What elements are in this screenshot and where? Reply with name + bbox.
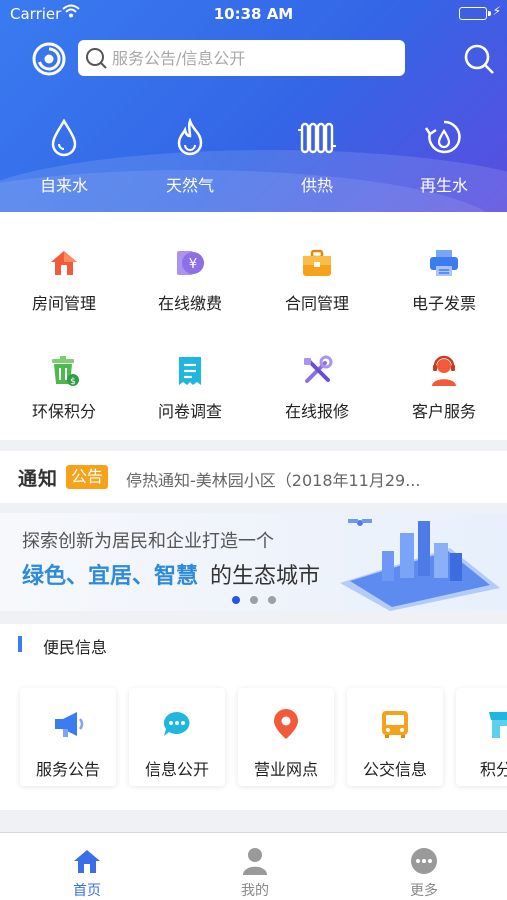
service-label: 房间管理 xyxy=(31,294,96,313)
service-customer-service[interactable]: 客户服务 xyxy=(384,354,504,422)
search-button[interactable] xyxy=(462,42,496,76)
briefcase-icon xyxy=(257,246,377,280)
banner-line1: 探索创新为居民和企业打造一个 xyxy=(22,531,274,552)
utility-row: 自来水 天然气 供热 再生水 xyxy=(0,118,507,198)
service-label: 在线缴费 xyxy=(157,294,222,313)
carousel-dot[interactable] xyxy=(231,596,240,604)
card-bus-info[interactable]: 公交信息 xyxy=(347,688,443,786)
receipt-icon xyxy=(130,354,250,388)
card-label: 营业网点 xyxy=(253,760,318,779)
service-room-management[interactable]: 房间管理 xyxy=(4,246,124,314)
status-time: 10:38 AM xyxy=(213,5,294,23)
service-label: 客户服务 xyxy=(411,402,476,421)
utility-water[interactable]: 自来水 xyxy=(14,118,114,196)
service-e-invoice[interactable]: 电子发票 xyxy=(384,246,504,314)
carousel-dots[interactable] xyxy=(0,589,507,608)
svg-text:¥: ¥ xyxy=(189,257,197,272)
tab-more[interactable]: 更多 xyxy=(384,847,464,900)
card-service-announcement[interactable]: 服务公告 xyxy=(20,688,116,786)
tools-icon xyxy=(257,354,377,388)
tab-mine[interactable]: 我的 xyxy=(215,847,295,900)
card-points-exchange[interactable]: 积分兑 xyxy=(456,688,507,786)
search-icon xyxy=(464,44,494,74)
card-label: 信息公开 xyxy=(144,760,209,779)
section-title: 便民信息 xyxy=(43,638,108,657)
swirl-logo-icon[interactable] xyxy=(32,42,66,76)
battery-icon xyxy=(459,7,491,20)
agent-icon xyxy=(384,354,504,388)
card-label: 公交信息 xyxy=(362,760,427,779)
service-label: 合同管理 xyxy=(284,294,349,313)
water-drop-icon xyxy=(14,118,114,158)
utility-recycled-water[interactable]: 再生水 xyxy=(394,118,494,196)
service-contract-management[interactable]: 合同管理 xyxy=(257,246,377,314)
svg-text:$: $ xyxy=(70,377,76,387)
carousel-dot[interactable] xyxy=(249,596,258,604)
notice-text[interactable]: 停热通知-美林园小区（2018年11月29... xyxy=(126,467,420,491)
utility-label: 天然气 xyxy=(165,176,214,195)
section-accent-bar xyxy=(18,636,22,652)
info-card-row[interactable]: 服务公告 信息公开 营业网点 公交信息 积分兑 xyxy=(0,664,507,810)
banner-highlight: 绿色、宜居、智慧 xyxy=(22,564,199,589)
card-label: 积分兑 xyxy=(479,760,507,779)
payment-icon: ¥ xyxy=(130,246,250,280)
utility-heating[interactable]: 供热 xyxy=(267,118,367,196)
bottom-tab-bar: 首页 我的 更多 xyxy=(0,832,507,900)
status-bar: Carrier 10:38 AM ⚡ xyxy=(0,0,507,28)
megaphone-icon xyxy=(20,704,116,744)
service-label: 问卷调查 xyxy=(157,402,222,421)
tab-label: 更多 xyxy=(410,883,438,899)
utility-label: 供热 xyxy=(300,176,333,195)
promo-banner[interactable]: 探索创新为居民和企业打造一个 绿色、宜居、智慧 的生态城市 xyxy=(0,513,507,611)
recycle-bin-icon: $ xyxy=(4,354,124,388)
utility-label: 自来水 xyxy=(39,176,88,195)
card-label: 服务公告 xyxy=(35,760,100,779)
search-bar[interactable] xyxy=(78,40,405,76)
banner-tail: 的生态城市 xyxy=(210,564,321,589)
chat-bubble-icon xyxy=(129,704,225,744)
tab-label: 首页 xyxy=(73,883,101,899)
shop-icon xyxy=(456,704,507,744)
notice-brand: 通知 xyxy=(18,468,59,490)
user-icon xyxy=(215,847,295,875)
home-icon xyxy=(47,847,127,875)
charging-icon: ⚡ xyxy=(492,4,501,18)
service-online-payment[interactable]: ¥ 在线缴费 xyxy=(130,246,250,314)
service-label: 在线报修 xyxy=(284,402,349,421)
notice-bar[interactable]: 通知 公告 停热通知-美林园小区（2018年11月29... xyxy=(0,451,507,503)
utility-gas[interactable]: 天然气 xyxy=(140,118,240,196)
flame-icon xyxy=(140,118,240,158)
search-icon xyxy=(86,48,107,69)
utility-label: 再生水 xyxy=(419,176,468,195)
house-icon xyxy=(4,246,124,280)
section-header: 便民信息 xyxy=(0,624,507,664)
radiator-icon xyxy=(267,118,367,158)
card-business-outlets[interactable]: 营业网点 xyxy=(238,688,334,786)
service-label: 环保积分 xyxy=(31,402,96,421)
service-label: 电子发票 xyxy=(411,294,476,313)
header: Carrier 10:38 AM ⚡ 自来水 xyxy=(0,0,507,212)
recycle-water-icon xyxy=(394,118,494,158)
search-input[interactable] xyxy=(112,48,392,68)
printer-icon xyxy=(384,246,504,280)
service-online-repair[interactable]: 在线报修 xyxy=(257,354,377,422)
service-questionnaire[interactable]: 问卷调查 xyxy=(130,354,250,422)
tab-label: 我的 xyxy=(241,883,269,899)
card-information-disclosure[interactable]: 信息公开 xyxy=(129,688,225,786)
bus-icon xyxy=(347,704,443,744)
tab-home[interactable]: 首页 xyxy=(47,847,127,900)
service-grid: 房间管理 ¥ 在线缴费 合同管理 电子发票 $ 环保积分 问卷调查 在线报修 客… xyxy=(0,212,507,440)
notice-tag: 公告 xyxy=(66,465,109,489)
banner-line2: 绿色、宜居、智慧 的生态城市 xyxy=(22,558,320,590)
location-pin-icon xyxy=(238,704,334,744)
more-icon xyxy=(384,847,464,875)
service-eco-points[interactable]: $ 环保积分 xyxy=(4,354,124,422)
carousel-dot[interactable] xyxy=(267,596,276,604)
